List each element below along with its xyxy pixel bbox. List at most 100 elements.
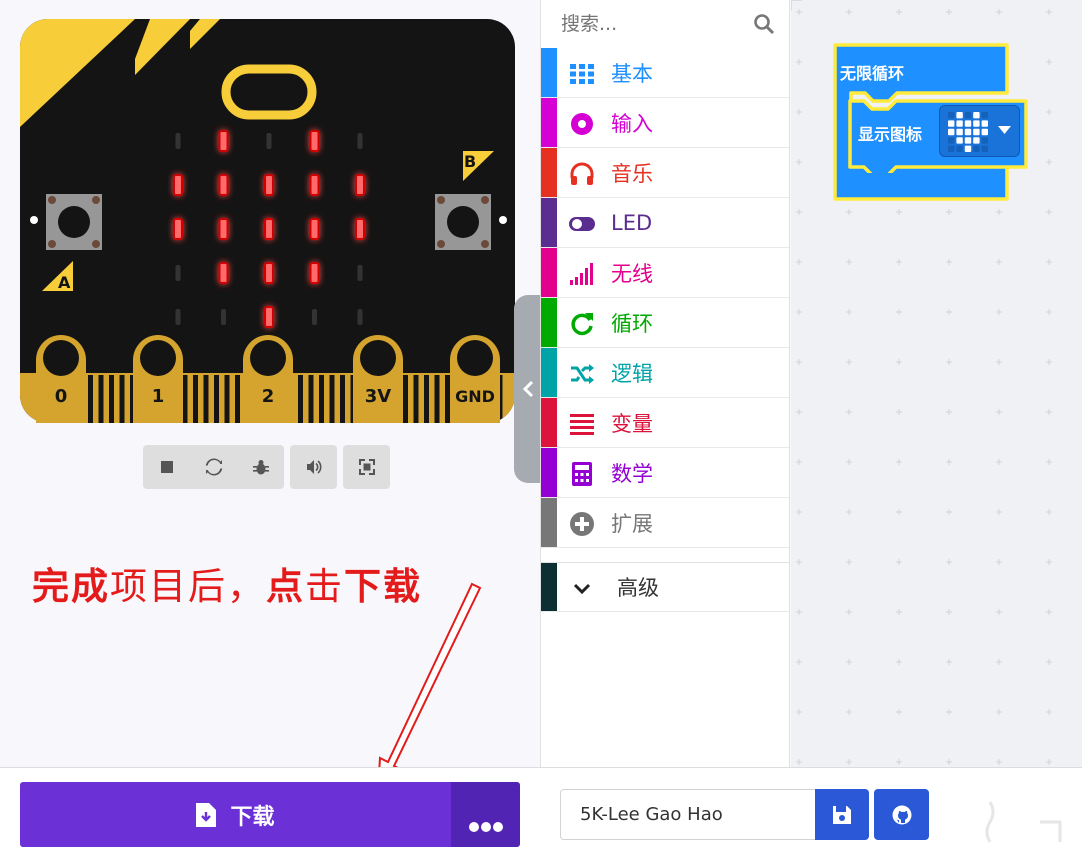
refresh-icon	[569, 311, 595, 337]
search-input[interactable]	[561, 13, 741, 35]
icon-picker-dropdown[interactable]	[939, 105, 1020, 157]
grid-mark	[946, 509, 952, 515]
category-grid[interactable]: 基本	[541, 48, 789, 98]
edge-finger	[203, 375, 209, 423]
grid-mark	[796, 359, 802, 365]
led-off	[266, 133, 272, 149]
stop-button[interactable]	[143, 445, 190, 489]
bug-icon	[252, 460, 269, 475]
grid-mark	[796, 559, 802, 565]
icon-pixel-on	[973, 137, 980, 144]
pin-label: 2	[262, 386, 275, 407]
icon-pixel-on	[973, 112, 980, 119]
button-b[interactable]	[435, 194, 491, 250]
category-label: 循环	[611, 311, 653, 336]
sim-sound-group	[290, 445, 337, 489]
icon-pixel-on	[956, 120, 963, 127]
grid-mark	[896, 509, 902, 515]
led-off	[175, 309, 181, 325]
icon-pixel-off	[981, 112, 988, 119]
fullscreen-button[interactable]	[343, 445, 390, 489]
grid-mark	[796, 759, 802, 765]
collapse-simulator-button[interactable]	[514, 295, 541, 483]
edge-finger	[193, 375, 198, 423]
github-button[interactable]	[874, 789, 929, 840]
grid-mark	[896, 209, 902, 215]
download-button[interactable]: 下载	[20, 782, 451, 847]
grid-mark	[796, 59, 802, 65]
led-off	[312, 309, 317, 325]
pin-1[interactable]: 1	[133, 335, 183, 423]
category-color-bar	[541, 198, 557, 247]
pin-2[interactable]: 2	[243, 335, 293, 423]
grid-mark	[846, 609, 852, 615]
category-plus-circle[interactable]: 扩展	[541, 498, 789, 548]
led-on	[309, 174, 320, 196]
led-on	[218, 130, 229, 152]
category-label: 变量	[611, 411, 653, 436]
icon-pixel-off	[948, 137, 955, 144]
grid-mark	[796, 509, 802, 515]
pin-gnd[interactable]: GND	[450, 335, 500, 423]
grid-mark	[896, 359, 902, 365]
category-calculator[interactable]: 数学	[541, 448, 789, 498]
pin-3v[interactable]: 3V	[353, 335, 403, 423]
grid-mark	[996, 759, 1002, 765]
grid-mark	[1046, 159, 1052, 165]
grid-mark	[996, 409, 1002, 415]
simulator-toolbar	[143, 445, 390, 489]
category-color-bar	[541, 148, 557, 197]
edge-finger	[235, 375, 240, 423]
grid-mark	[946, 559, 952, 565]
edge-finger	[119, 375, 125, 423]
grid-mark	[996, 209, 1002, 215]
grid-mark	[1046, 9, 1052, 15]
edge-finger	[214, 375, 219, 423]
debug-button[interactable]	[237, 445, 284, 489]
grid-mark	[846, 709, 852, 715]
grid-mark	[996, 609, 1002, 615]
pin-0[interactable]: 0	[36, 335, 86, 423]
grid-mark	[996, 359, 1002, 365]
edge-finger	[424, 375, 429, 423]
grid-mark	[1046, 59, 1052, 65]
grid-mark	[846, 259, 852, 265]
category-headphones[interactable]: 音乐	[541, 148, 789, 198]
save-button[interactable]	[815, 789, 869, 840]
category-refresh[interactable]: 循环	[541, 298, 789, 348]
grid-mark	[846, 409, 852, 415]
save-icon	[833, 805, 851, 824]
grid-mark	[896, 709, 902, 715]
led-on	[218, 174, 229, 196]
button-a[interactable]	[46, 194, 102, 250]
led-off	[221, 309, 226, 325]
led-on	[264, 262, 274, 284]
grid-mark	[996, 659, 1002, 665]
category-target[interactable]: 输入	[541, 98, 789, 148]
more-options-button[interactable]	[451, 782, 520, 847]
mute-button[interactable]	[290, 445, 337, 489]
category-color-bar	[541, 98, 557, 147]
category-advanced[interactable]: 高级	[541, 562, 790, 612]
category-shuffle[interactable]: 逻辑	[541, 348, 789, 398]
pin-hole	[457, 340, 493, 376]
led-on	[309, 218, 320, 240]
grid-mark	[946, 709, 952, 715]
pin-label: 3V	[365, 386, 392, 407]
grid-mark	[946, 9, 952, 15]
calculator-icon	[569, 461, 595, 487]
led-on	[355, 174, 365, 196]
search-icon[interactable]	[753, 13, 775, 35]
annotation-text-4: 击	[305, 565, 344, 608]
stop-icon	[160, 461, 173, 473]
refresh-icon	[205, 458, 222, 476]
grid-mark	[996, 309, 1002, 315]
grid-mark	[896, 9, 902, 15]
category-toggle[interactable]: LED	[541, 198, 789, 248]
restart-button[interactable]	[190, 445, 237, 489]
heart-icon	[948, 112, 988, 152]
category-list[interactable]: 变量	[541, 398, 789, 448]
category-signal[interactable]: 无线	[541, 248, 789, 298]
led-on	[173, 174, 183, 196]
project-name-input[interactable]	[560, 789, 816, 840]
